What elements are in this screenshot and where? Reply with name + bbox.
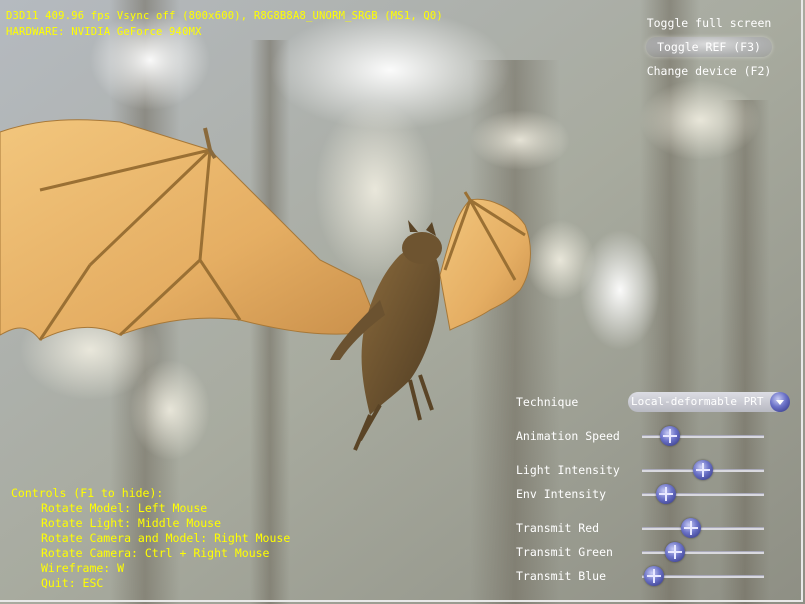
transmit-red-label: Transmit Red [516, 521, 600, 535]
transmit-red-slider[interactable] [642, 517, 764, 539]
env-intensity-label: Env Intensity [516, 487, 607, 501]
env-intensity-slider[interactable] [642, 483, 764, 505]
slider-track [642, 527, 764, 530]
toggle-fullscreen-button[interactable]: Toggle full screen [638, 13, 780, 33]
slider-thumb-icon[interactable] [660, 426, 681, 446]
controls-help-line: Rotate Model: Left Mouse [41, 501, 208, 515]
technique-label: Technique [516, 395, 579, 409]
change-device-button[interactable]: Change device (F2) [638, 61, 780, 81]
slider-thumb-icon[interactable] [656, 484, 677, 504]
slider-thumb-icon[interactable] [644, 566, 665, 586]
transmit-green-label: Transmit Green [516, 545, 613, 559]
transmit-blue-label: Transmit Blue [516, 569, 607, 583]
transmit-green-slider[interactable] [642, 541, 764, 563]
light-intensity-slider[interactable] [642, 459, 764, 481]
slider-thumb-icon[interactable] [680, 518, 701, 538]
controls-help-line: Rotate Camera: Ctrl + Right Mouse [41, 546, 270, 560]
toggle-ref-button[interactable]: Toggle REF (F3) [646, 37, 772, 57]
animation-speed-slider[interactable] [642, 425, 764, 447]
stats-hardware-line: HARDWARE: NVIDIA GeForce 940MX [6, 26, 202, 38]
controls-help-line: Wireframe: W [41, 561, 125, 575]
controls-help-line: Rotate Light: Middle Mouse [41, 516, 222, 530]
dropdown-arrow-icon[interactable] [770, 392, 790, 412]
slider-thumb-icon[interactable] [693, 460, 713, 480]
technique-dropdown[interactable]: Local-deformable PRT [628, 392, 790, 412]
slider-thumb-icon[interactable] [664, 542, 685, 562]
controls-help-line: Quit: ESC [41, 576, 104, 590]
slider-track [642, 551, 764, 554]
controls-help-line: Rotate Camera and Model: Right Mouse [41, 531, 291, 545]
light-intensity-label: Light Intensity [516, 463, 620, 477]
transmit-blue-slider[interactable] [642, 565, 764, 587]
technique-selected-value: Local-deformable PRT [631, 395, 764, 408]
stats-line: D3D11 409.96 fps Vsync off (800x600), R8… [6, 10, 443, 22]
animation-speed-label: Animation Speed [516, 429, 620, 443]
controls-help-title: Controls (F1 to hide): [11, 486, 164, 500]
